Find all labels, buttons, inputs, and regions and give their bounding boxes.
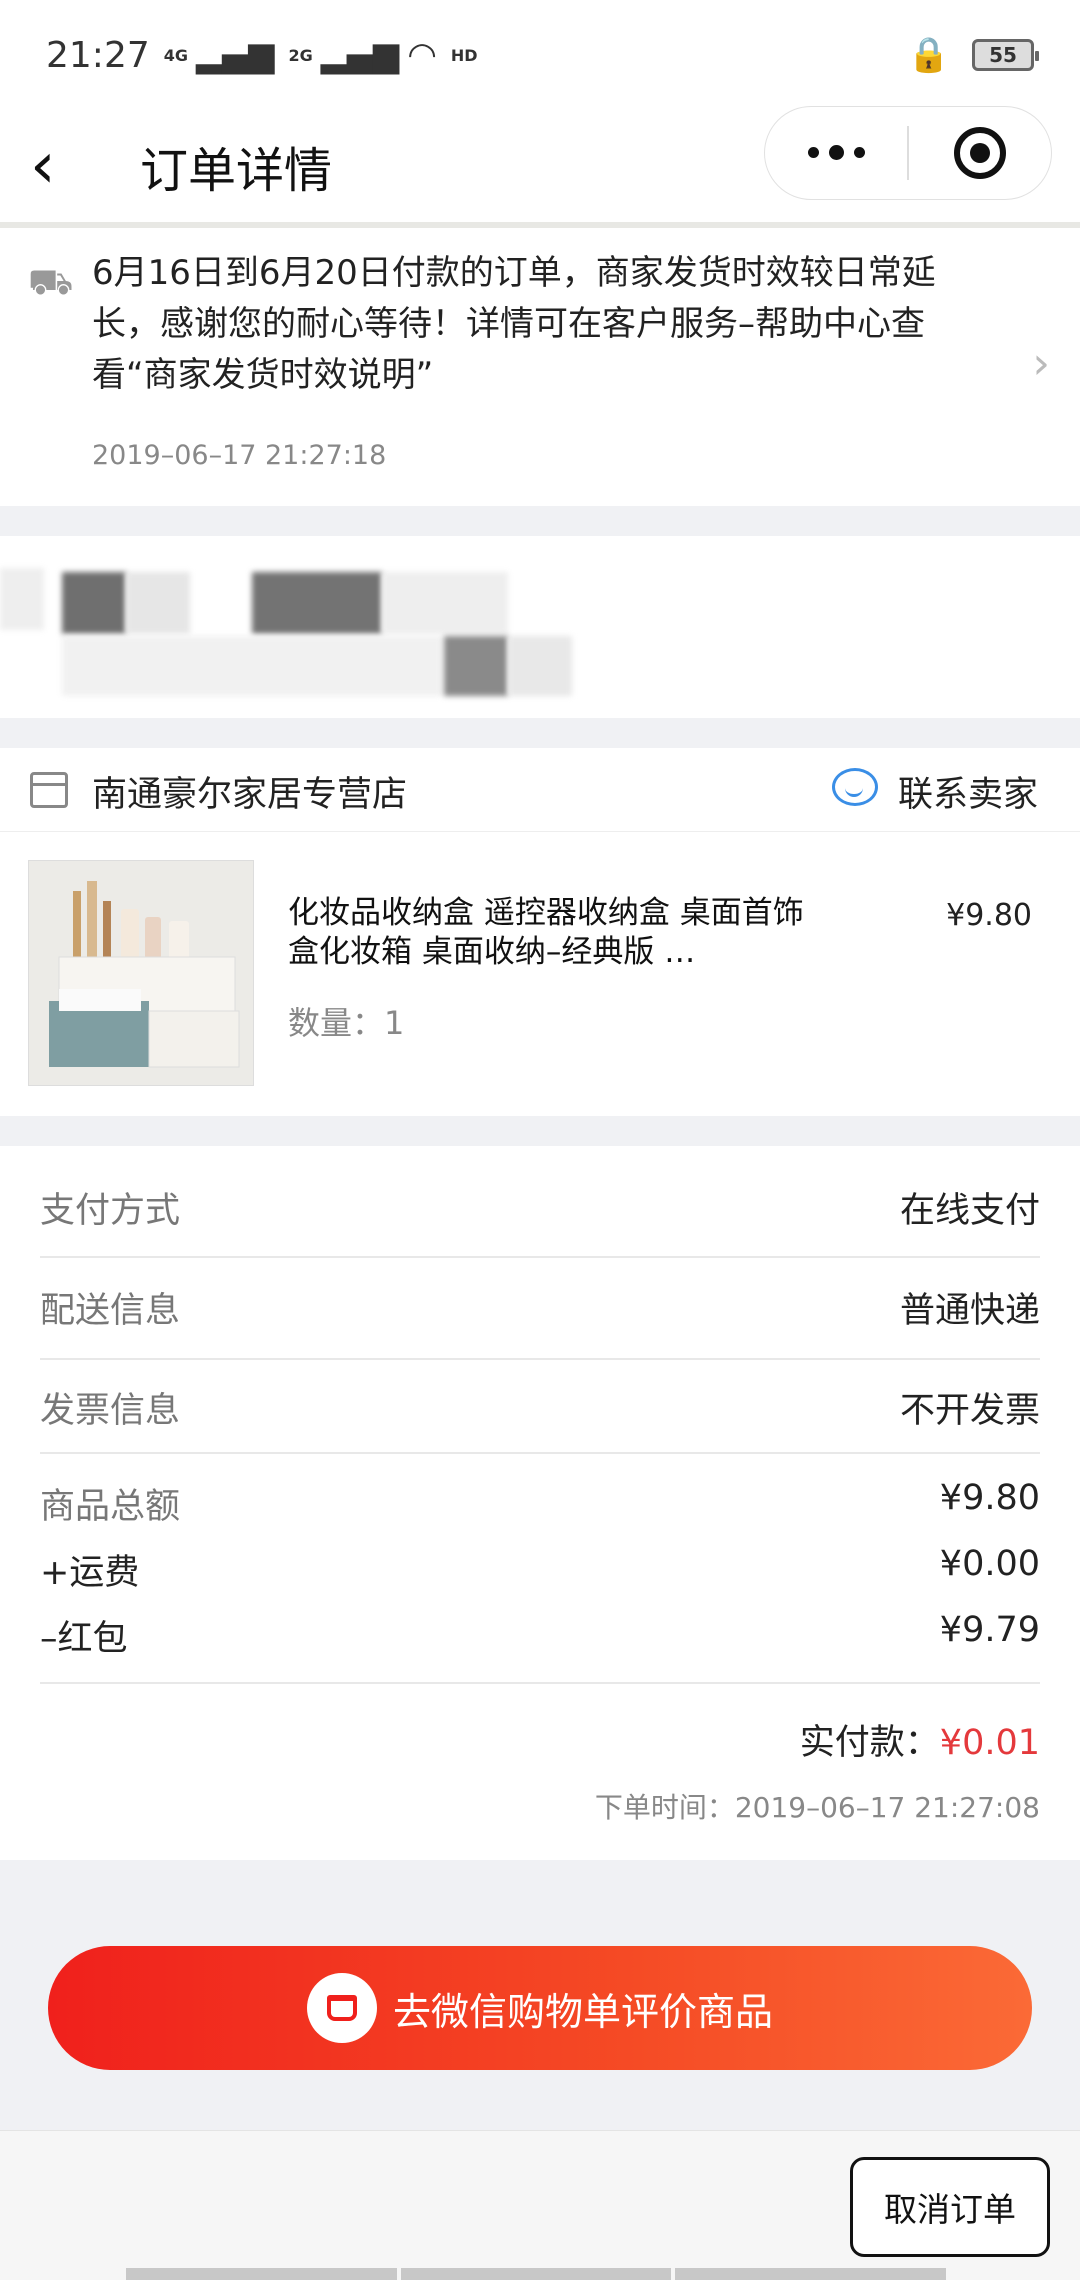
address-section-redacted [0,536,1080,718]
lock-rotation-icon: 🔒 [907,35,950,75]
row-divider [40,1256,1040,1258]
subtotal-row: 商品总额 ¥9.80 [40,1478,1040,1529]
payment-row: 支付方式 在线支付 [40,1182,1040,1233]
redacted-block [62,572,126,634]
review-button-label: 去微信购物单评价商品 [392,1989,773,2034]
shopping-bag-icon [306,1973,377,2043]
delivery-value: 普通快递 [899,1291,1040,1331]
redpacket-row: –红包 ¥9.79 [40,1610,1040,1661]
notice-time: 2019–06–17 21:27:18 [92,440,387,471]
redpacket-label: –红包 [40,1619,128,1659]
paid-label: 实付款： [799,1723,940,1763]
truck-icon: ⛟ [28,262,74,303]
signal-4g-icon: 4G [163,45,189,65]
payment-label: 支付方式 [40,1191,181,1231]
shipping-notice[interactable]: ⛟ 6月16日到6月20日付款的订单，商家发货时效较日常延长，感谢您的耐心等待！… [0,228,1080,506]
subtotal-value: ¥9.80 [939,1478,1040,1518]
signal-bars-icon: ▂▄▆ [320,35,400,75]
invoice-value: 不开发票 [899,1391,1040,1431]
redacted-block [0,568,44,630]
shipping-value: ¥0.00 [939,1544,1040,1584]
status-time: 21:27 [46,34,150,76]
more-menu-icon[interactable] [765,144,907,160]
row-divider [40,1452,1040,1454]
bottom-action-bar: 取消订单 [0,2130,1080,2280]
order-info: 支付方式 在线支付 配送信息 普通快递 发票信息 不开发票 商品总额 ¥9.80… [0,1146,1080,1860]
product-quantity: 数量：1 [288,1004,405,1042]
paid-amount: ¥0.01 [939,1723,1040,1763]
redacted-block [508,636,572,696]
redacted-block [382,572,508,634]
shipping-label: +运费 [40,1553,140,1593]
miniprogram-capsule [764,106,1052,200]
payment-value: 在线支付 [899,1191,1040,1231]
product-image[interactable] [28,860,254,1086]
wifi-icon: ◠ [407,35,437,75]
signal-2g-icon: 2G [288,45,313,65]
shop-bar: 南通豪尔家居专营店 联系卖家 [0,748,1080,832]
redacted-block [126,572,190,634]
system-nav-bar [126,2268,947,2280]
redacted-block [62,636,442,696]
hd-icon: HD [450,45,478,65]
signal-bars-icon: ▂▄▆ [196,35,275,75]
store-icon [30,772,68,808]
page-title: 订单详情 [140,143,333,199]
row-divider [40,1682,1040,1684]
shipping-row: +运费 ¥0.00 [40,1544,1040,1595]
product-name: 化妆品收纳盒 遥控器收纳盒 桌面首饰盒化妆箱 桌面收纳–经典版 … [288,895,804,970]
redacted-block [252,572,382,634]
redpacket-value: ¥9.79 [939,1610,1040,1650]
delivery-row: 配送信息 普通快递 [40,1282,1040,1333]
close-miniprogram-icon[interactable] [909,127,1051,179]
battery-icon: 55 [972,39,1039,71]
chevron-right-icon: › [1032,338,1050,389]
shop-name[interactable]: 南通豪尔家居专营店 [92,766,407,817]
product-price: ¥9.80 [946,898,1032,933]
chat-icon[interactable] [832,768,878,806]
contact-seller-button[interactable]: 联系卖家 [898,766,1038,817]
row-divider [40,1358,1040,1360]
notice-text: 6月16日到6月20日付款的订单，商家发货时效较日常延长，感谢您的耐心等待！详情… [92,253,936,395]
review-button[interactable]: 去微信购物单评价商品 [48,1946,1032,2070]
status-bar: 21:27 4G ▂▄▆ 2G ▂▄▆ ◠ HD 🔒 55 [0,0,1080,110]
invoice-label: 发票信息 [40,1391,181,1431]
order-time: 下单时间：2019–06–17 21:27:08 [594,1791,1040,1824]
battery-level: 55 [989,43,1017,67]
organizer-box-illustration [29,861,253,1085]
product-item[interactable]: 化妆品收纳盒 遥控器收纳盒 桌面首饰盒化妆箱 桌面收纳–经典版 … ¥9.80 … [0,832,1080,1116]
subtotal-label: 商品总额 [40,1487,181,1527]
paid-total: 实付款：¥0.01 [800,1714,1040,1765]
delivery-label: 配送信息 [40,1291,181,1331]
cancel-order-button[interactable]: 取消订单 [850,2157,1050,2257]
redacted-block [444,636,508,696]
invoice-row: 发票信息 不开发票 [40,1382,1040,1433]
back-icon[interactable]: ‹ [30,134,90,198]
